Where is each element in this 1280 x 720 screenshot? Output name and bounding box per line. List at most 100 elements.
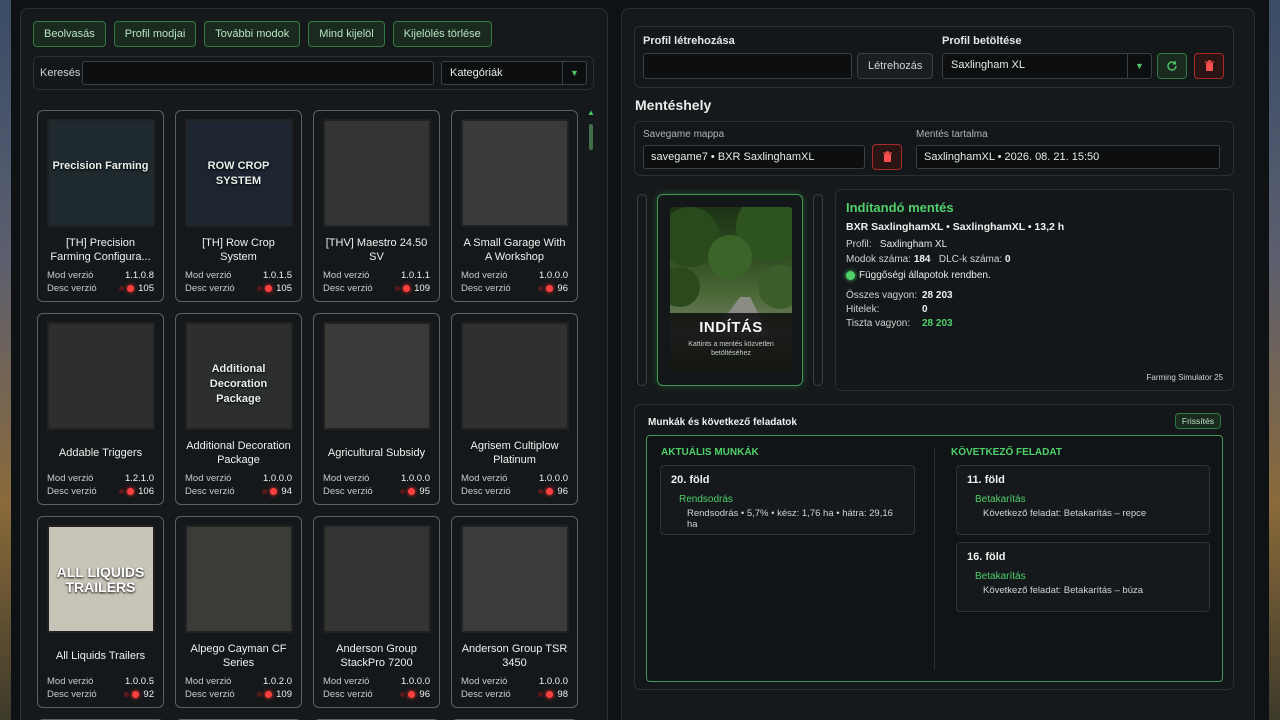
mod-version-value: 1.0.0.0 xyxy=(262,473,292,484)
category-select[interactable]: Kategóriák ▼ xyxy=(441,61,587,85)
scroll-up-icon[interactable]: ▲ xyxy=(587,108,595,117)
select-all-button[interactable]: Mind kijelöl xyxy=(308,21,385,47)
mod-thumbnail-text: Additional Decoration Package xyxy=(209,363,268,405)
create-profile-button[interactable]: Létrehozás xyxy=(857,53,934,79)
mod-title: A Small Garage With A Workshop xyxy=(460,235,569,265)
delete-profile-button[interactable] xyxy=(1194,53,1224,79)
status-dot-icon xyxy=(395,286,401,291)
task-field: 11. föld xyxy=(967,474,1005,486)
task-detail: Következő feladat: Betakarítás – repce xyxy=(983,508,1147,519)
mod-title-text: [TH] Row Crop System xyxy=(202,237,275,263)
mod-card[interactable]: [THV] Maestro 24.50 SV Mod verzió 1.0.1.… xyxy=(313,110,440,302)
mod-card[interactable]: Anderson Group StackPro 7200 Mod verzió … xyxy=(313,516,440,708)
mod-title-text: Agricultural Subsidy xyxy=(327,447,426,459)
mod-title: Anderson Group TSR 3450 xyxy=(460,641,569,671)
assets-row: Összes vagyon: 28 203 xyxy=(846,290,953,301)
mod-desc-label: Desc verzió xyxy=(461,283,511,294)
mod-card[interactable]: Precision Farming [TH] Precision Farming… xyxy=(37,110,164,302)
mod-desc-value-wrap: 105 xyxy=(257,283,292,294)
mod-title-text: [THV] Maestro 24.50 SV xyxy=(325,237,428,263)
refresh-jobs-button[interactable]: Frissítés xyxy=(1174,413,1221,429)
mod-desc-label: Desc verzió xyxy=(185,689,235,700)
prev-save-tab[interactable] xyxy=(637,194,647,386)
scan-button[interactable]: Beolvasás xyxy=(33,21,106,47)
mod-title: Anderson Group StackPro 7200 xyxy=(322,641,431,671)
savegame-folder-field[interactable]: savegame7 • BXR SaxlinghamXL xyxy=(643,145,865,169)
next-save-tab[interactable] xyxy=(813,194,823,386)
task-detail: Következő feladat: Betakarítás – búza xyxy=(983,585,1144,596)
scrollbar-thumb[interactable] xyxy=(589,124,593,150)
save-info-card: Indítandó mentés BXR SaxlinghamXL • Saxl… xyxy=(835,189,1234,391)
status-dot-icon xyxy=(538,489,544,494)
mod-version-row: Mod verzió 1.0.0.0 xyxy=(461,270,568,281)
next-task-card[interactable]: 16. föld Betakarítás Következő feladat: … xyxy=(956,542,1210,612)
mod-desc-row: Desc verzió 109 xyxy=(185,689,292,700)
mod-desc-value: 109 xyxy=(414,283,430,294)
search-input[interactable] xyxy=(82,61,434,85)
info-dlc-value: 0 xyxy=(1004,254,1011,265)
reload-profile-button[interactable] xyxy=(1157,53,1187,79)
status-dot-icon xyxy=(265,691,273,698)
status-dot-icon xyxy=(403,285,411,292)
mod-card[interactable]: Agricultural Subsidy Mod verzió 1.0.0.0 … xyxy=(313,313,440,505)
mod-desc-value-wrap: 96 xyxy=(538,486,568,497)
status-dot-icon xyxy=(119,489,125,494)
launch-card[interactable]: INDÍTÁS Kattints a mentés közvetlen betö… xyxy=(657,194,803,386)
mod-desc-value: 105 xyxy=(138,283,154,294)
mod-desc-label: Desc verzió xyxy=(185,283,235,294)
mod-grid-scrollbar[interactable] xyxy=(588,110,594,720)
mod-title-text: All Liquids Trailers xyxy=(55,650,146,662)
status-dot-icon xyxy=(546,488,554,495)
profile-select[interactable]: Saxlingham XL ▼ xyxy=(942,53,1152,79)
mod-thumbnail xyxy=(322,322,431,430)
mod-desc-row: Desc verzió 105 xyxy=(185,283,292,294)
status-dot-icon xyxy=(400,489,406,494)
mod-card[interactable]: Anderson Group TSR 3450 Mod verzió 1.0.0… xyxy=(451,516,578,708)
clear-selection-button[interactable]: Kijelölés törlése xyxy=(392,21,492,47)
task-field: 16. föld xyxy=(967,551,1006,563)
mod-thumbnail: Precision Farming xyxy=(46,119,155,227)
delete-savegame-button[interactable] xyxy=(872,144,902,170)
current-job-card[interactable]: 20. föld Rendsodrás Rendsodrás • 5,7% • … xyxy=(660,465,915,535)
mod-desc-value: 95 xyxy=(419,486,430,497)
net-value: 28 203 xyxy=(922,318,953,329)
more-mods-button[interactable]: További modok xyxy=(204,21,301,47)
profile-mods-button[interactable]: Profil modjai xyxy=(113,21,197,47)
mod-version-value: 1.0.0.0 xyxy=(400,676,430,687)
mod-desc-value-wrap: 92 xyxy=(124,689,154,700)
mod-card[interactable]: Agrisem Cultiplow Platinum Mod verzió 1.… xyxy=(451,313,578,505)
info-dlc-label: DLC-k száma: xyxy=(938,254,1003,265)
mod-desc-value-wrap: 98 xyxy=(538,689,568,700)
info-mods-row: Modok száma: 184 DLC-k száma: 0 xyxy=(846,254,1011,265)
save-content-label: Mentés tartalma xyxy=(916,129,988,140)
mod-version-row: Mod verzió 1.0.0.0 xyxy=(185,473,292,484)
mod-desc-label: Desc verzió xyxy=(461,486,511,497)
task-category: Betakarítás xyxy=(975,571,1026,582)
mod-desc-value: 96 xyxy=(557,486,568,497)
mod-card[interactable]: A Small Garage With A Workshop Mod verzi… xyxy=(451,110,578,302)
mod-card[interactable]: Addable Triggers Mod verzió 1.2.1.0 Desc… xyxy=(37,313,164,505)
mod-version-label: Mod verzió xyxy=(461,473,508,484)
assets-label: Összes vagyon: xyxy=(846,290,918,301)
mod-title: [THV] Maestro 24.50 SV xyxy=(322,235,431,265)
mod-desc-label: Desc verzió xyxy=(323,689,373,700)
refresh-icon xyxy=(1167,61,1177,71)
launch-overlay: INDÍTÁS Kattints a mentés közvetlen betö… xyxy=(670,313,792,373)
mod-thumbnail-text: ROW CROP SYSTEM xyxy=(207,160,270,187)
jobs-title: Munkák és következő feladatok xyxy=(648,417,797,428)
mod-card[interactable]: Additional Decoration Package Additional… xyxy=(175,313,302,505)
mod-version-value: 1.0.1.1 xyxy=(400,270,430,281)
next-task-card[interactable]: 11. föld Betakarítás Következő feladat: … xyxy=(956,465,1210,535)
profile-select-value: Saxlingham XL xyxy=(951,59,1025,71)
mod-card[interactable]: ROW CROP SYSTEM [TH] Row Crop System Mod… xyxy=(175,110,302,302)
mod-version-label: Mod verzió xyxy=(185,473,232,484)
mod-card[interactable]: ALL LIQUIDS TRAILERS All Liquids Trailer… xyxy=(37,516,164,708)
mod-toolbar: Beolvasás Profil modjai További modok Mi… xyxy=(33,21,492,47)
profile-name-input[interactable] xyxy=(643,53,852,79)
mod-desc-row: Desc verzió 92 xyxy=(47,689,154,700)
mod-version-label: Mod verzió xyxy=(47,676,94,687)
task-category: Betakarítás xyxy=(975,494,1026,505)
mod-card[interactable]: Alpego Cayman CF Series Mod verzió 1.0.2… xyxy=(175,516,302,708)
mod-title: Agricultural Subsidy xyxy=(322,438,431,468)
savegame-section: Savegame mappa savegame7 • BXR Saxlingha… xyxy=(634,121,1234,176)
